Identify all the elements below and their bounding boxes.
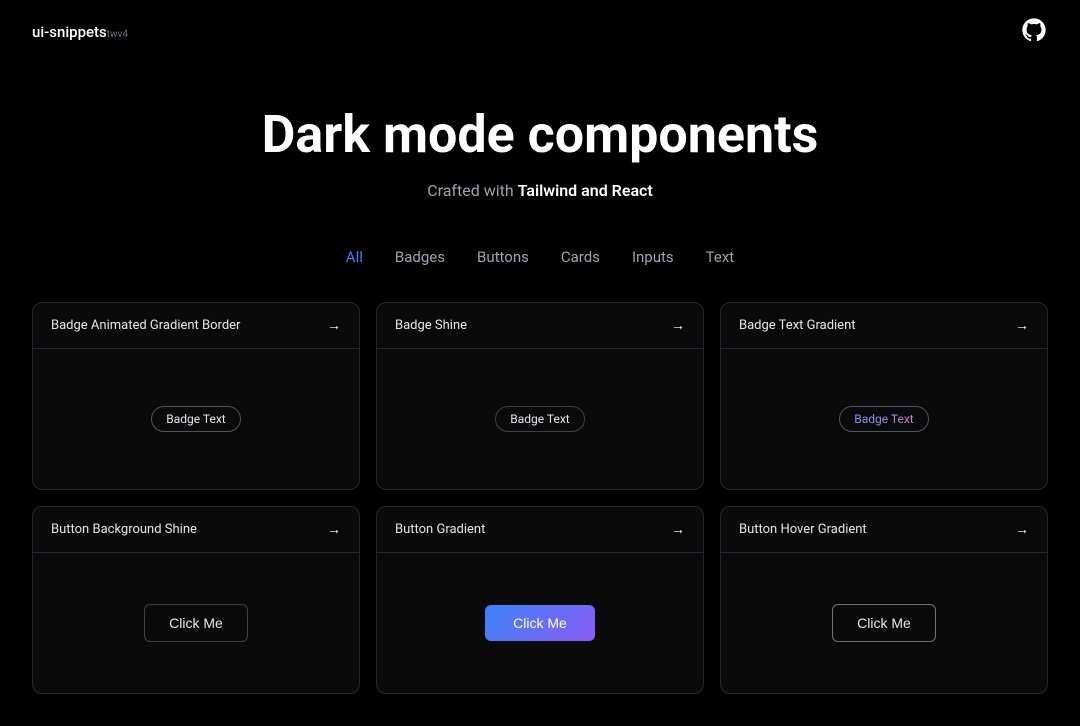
card-title: Badge Animated Gradient Border [51, 318, 240, 333]
card-header: Badge Text Gradient → [721, 303, 1047, 349]
filter-tab-text[interactable]: Text [706, 248, 735, 266]
filter-tabs: All Badges Buttons Cards Inputs Text [0, 220, 1080, 294]
card-title: Badge Shine [395, 318, 467, 333]
card-preview: Click Me [721, 553, 1047, 693]
card-button-gradient: Button Gradient → Click Me [376, 506, 704, 694]
brand-logo[interactable]: ui-snippetstwv4 [32, 23, 128, 41]
brand-version: twv4 [107, 29, 128, 40]
github-link[interactable] [1020, 16, 1048, 48]
card-preview: Click Me [377, 553, 703, 693]
hero-subtitle-plain: Crafted with [427, 181, 517, 200]
filter-tab-cards[interactable]: Cards [561, 248, 600, 266]
hero-section: Dark mode components Crafted with Tailwi… [0, 64, 1080, 220]
card-header: Button Hover Gradient → [721, 507, 1047, 553]
card-header: Button Background Shine → [33, 507, 359, 553]
card-header: Badge Animated Gradient Border → [33, 303, 359, 349]
arrow-icon[interactable]: → [1015, 317, 1029, 334]
filter-tab-inputs[interactable]: Inputs [632, 248, 674, 266]
card-preview: Badge Text [33, 349, 359, 489]
card-preview: Click Me [33, 553, 359, 693]
arrow-icon[interactable]: → [327, 521, 341, 538]
badge-shine: Badge Text [495, 406, 584, 432]
card-title: Button Hover Gradient [739, 522, 867, 537]
github-icon [1020, 16, 1048, 44]
filter-tab-badges[interactable]: Badges [395, 248, 445, 266]
card-header: Button Gradient → [377, 507, 703, 553]
button-background-shine[interactable]: Click Me [144, 604, 248, 642]
hero-subtitle-bold: Tailwind and React [518, 181, 653, 200]
arrow-icon[interactable]: → [671, 521, 685, 538]
brand-name: ui-snippets [32, 23, 107, 41]
card-header: Badge Shine → [377, 303, 703, 349]
navbar: ui-snippetstwv4 [0, 0, 1080, 64]
hero-title: Dark mode components [20, 104, 1060, 165]
filter-tab-all[interactable]: All [346, 248, 363, 266]
card-badge-animated: Badge Animated Gradient Border → Badge T… [32, 302, 360, 490]
arrow-icon[interactable]: → [327, 317, 341, 334]
hero-subtitle: Crafted with Tailwind and React [20, 181, 1060, 200]
card-button-background-shine: Button Background Shine → Click Me [32, 506, 360, 694]
arrow-icon[interactable]: → [671, 317, 685, 334]
card-badge-text-gradient: Badge Text Gradient → Badge Text [720, 302, 1048, 490]
button-hover-gradient[interactable]: Click Me [832, 604, 936, 642]
components-grid: Badge Animated Gradient Border → Badge T… [0, 294, 1080, 726]
button-gradient[interactable]: Click Me [485, 605, 595, 641]
card-title: Button Gradient [395, 522, 485, 537]
card-title: Button Background Shine [51, 522, 197, 537]
card-title: Badge Text Gradient [739, 318, 856, 333]
filter-tab-buttons[interactable]: Buttons [477, 248, 529, 266]
badge-text-gradient: Badge Text [839, 406, 928, 432]
card-preview: Badge Text [377, 349, 703, 489]
arrow-icon[interactable]: → [1015, 521, 1029, 538]
badge-animated: Badge Text [151, 406, 240, 432]
card-badge-shine: Badge Shine → Badge Text [376, 302, 704, 490]
card-preview: Badge Text [721, 349, 1047, 489]
card-button-hover-gradient: Button Hover Gradient → Click Me [720, 506, 1048, 694]
